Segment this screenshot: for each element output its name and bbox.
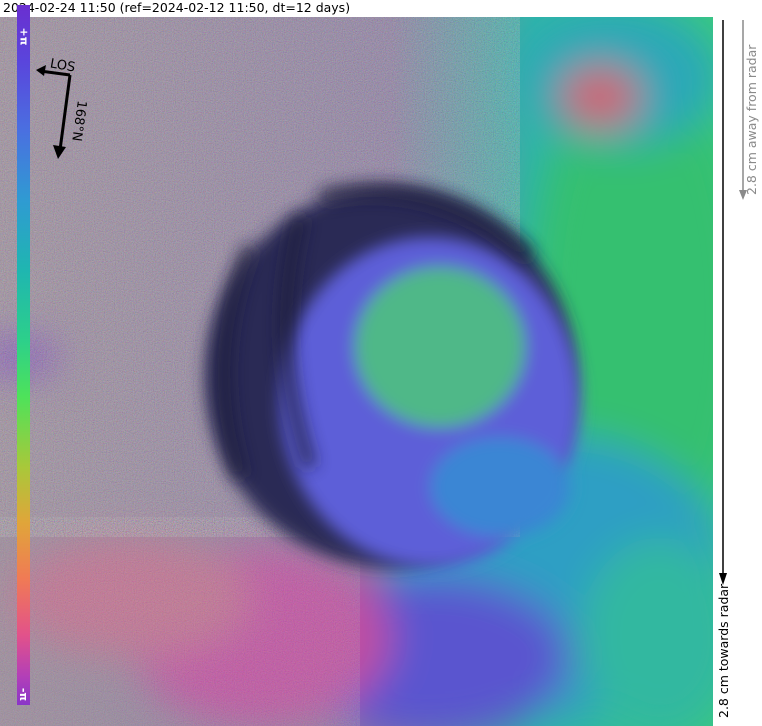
north-arrow [58, 74, 72, 151]
phase-colorbar [17, 5, 30, 705]
towards-radar-label: 2.8 cm towards radar [716, 583, 731, 718]
away-from-radar-label: 2.8 cm away from radar [744, 44, 759, 195]
north-arrow-head [53, 145, 66, 159]
towards-arrow [719, 20, 727, 585]
los-arrow-head [36, 65, 46, 76]
compass: LOS 168°N [36, 56, 89, 159]
interferogram-map: LOS 168°N [0, 17, 713, 726]
colorbar-top-label: +π [17, 27, 31, 45]
heading-label: 168°N [68, 99, 89, 142]
colorbar-bottom-label: -π [17, 687, 30, 701]
image-title: 2024-02-24 11:50 (ref=2024-02-12 11:50, … [3, 0, 351, 15]
